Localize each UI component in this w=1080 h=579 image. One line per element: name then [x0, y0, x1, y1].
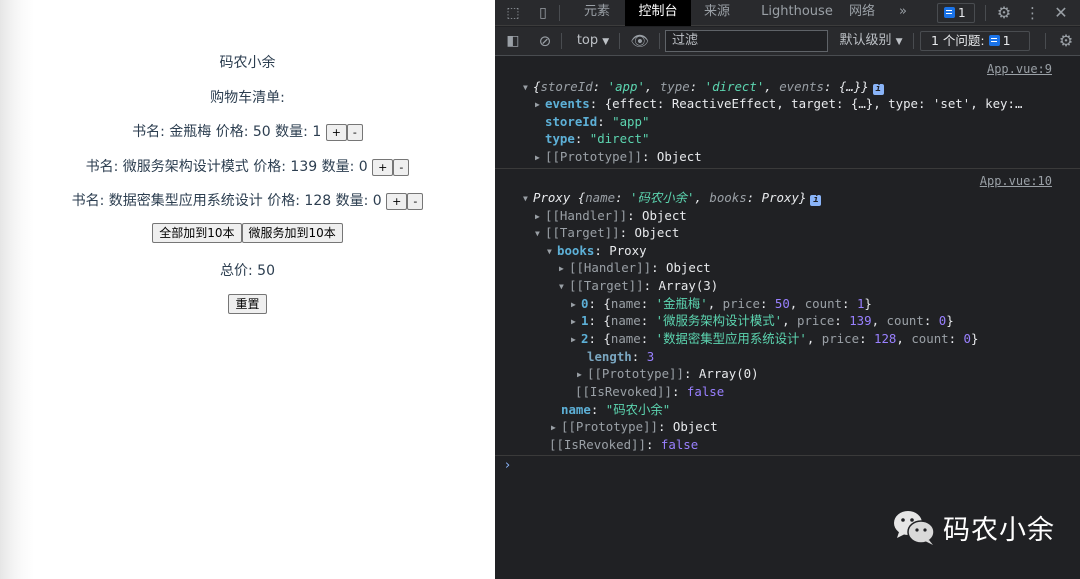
app-title: 码农小余 [219, 55, 276, 71]
more-tabs-button[interactable]: » [891, 0, 915, 26]
property-name: name: "码农小余" [561, 402, 671, 417]
tab-console[interactable]: 控制台 [625, 0, 691, 26]
book-count: 0 [372, 193, 382, 209]
collapsed-triangle-icon: ▶ [535, 153, 540, 162]
book-row: 书名: 微服务架构设计模式 价格: 139 数量: 0 + - [0, 156, 495, 176]
log-level-selector[interactable]: 默认级别 ▼ [835, 27, 907, 56]
increment-button[interactable]: + [386, 192, 408, 210]
settings-gear-icon[interactable]: ⚙ [993, 0, 1015, 26]
info-icon[interactable]: i [872, 84, 884, 95]
increment-button[interactable]: + [372, 158, 394, 176]
dropdown-arrow-icon: ▼ [895, 37, 903, 47]
book-row: 书名: 金瓶梅 价格: 50 数量: 1 + - [0, 121, 495, 141]
console-output: App.vue:9 ▼ {storeId: 'app', type: 'direc… [495, 56, 1080, 456]
array-item[interactable]: ▶ 2: {name: '数据密集型应用系统设计', price: 128, co… [571, 330, 978, 347]
book-name: 数据密集型应用系统设计 [108, 193, 263, 209]
property-books[interactable]: ▼ books: Proxy [547, 242, 647, 259]
console-prompt-icon[interactable]: › [505, 458, 510, 473]
book-count: 0 [358, 159, 368, 175]
watermark: 码农小余 [893, 508, 1055, 547]
total-value: 50 [257, 263, 275, 279]
collapsed-triangle-icon: ▶ [535, 100, 540, 109]
console-settings-gear-icon[interactable]: ⚙ [1055, 27, 1077, 55]
inspect-element-icon[interactable]: ⬚ [503, 0, 523, 26]
context-selector[interactable]: top ▼ [571, 27, 615, 56]
property-events[interactable]: ▶ events: {effect: ReactiveEffect, target… [535, 95, 1022, 112]
property-prototype[interactable]: ▶ [[Prototype]]: Object [535, 148, 702, 165]
expanded-triangle-icon: ▼ [523, 83, 528, 92]
devtools-panel: ⬚ ▯ 元素 控制台 来源 Lighthouse 网络 » 1 ⚙ ⋮ ✕ ◧ … [495, 0, 1080, 579]
live-expression-eye-icon[interactable]: 👁 [629, 27, 651, 55]
proxy-summary[interactable]: ▼ Proxy {name: '码农小余', books: Proxy} i [523, 189, 822, 206]
issues-button[interactable]: 1 个问题: 1 [920, 31, 1030, 51]
property-is-revoked: [[IsRevoked]]: false [549, 437, 699, 452]
array-item[interactable]: ▶ 1: {name: '微服务架构设计模式', price: 139, coun… [571, 312, 954, 329]
property-prototype[interactable]: ▶ [[Prototype]]: Object [551, 418, 718, 435]
book-price: 139 [290, 159, 318, 175]
tab-network[interactable]: 网络 [843, 0, 881, 26]
decrement-button[interactable]: - [393, 158, 410, 176]
book-name: 微服务架构设计模式 [122, 159, 249, 175]
web-page: 码农小余 购物车清单: 书名: 金瓶梅 价格: 50 数量: 1 + - 书名: … [0, 0, 495, 579]
messages-badge[interactable]: 1 [937, 3, 975, 23]
tab-elements[interactable]: 元素 [573, 0, 621, 26]
console-message: App.vue:9 ▼ {storeId: 'app', type: 'direc… [495, 56, 1080, 169]
decrement-button[interactable]: - [346, 123, 363, 141]
decrement-button[interactable]: - [407, 192, 424, 210]
console-toolbar: ◧ ⊘ top ▼ 👁 过滤 默认级别 ▼ 1 个问题: 1 ⚙ [495, 27, 1080, 56]
total-price: 总价: 50 [220, 263, 275, 279]
reset-button[interactable]: 重置 [228, 294, 267, 314]
book-count: 1 [312, 124, 322, 140]
book-name: 金瓶梅 [169, 124, 212, 140]
property-books-handler[interactable]: ▶ [[Handler]]: Object [559, 259, 711, 276]
book-price: 50 [252, 124, 271, 140]
add-all-to-10-button[interactable]: 全部加到10本 [152, 223, 242, 243]
property-storeId: storeId: "app" [545, 114, 650, 129]
more-options-icon[interactable]: ⋮ [1025, 0, 1040, 26]
object-summary[interactable]: ▼ {storeId: 'app', type: 'direct', events… [523, 78, 884, 95]
property-target[interactable]: ▼ [[Target]]: Object [535, 224, 679, 241]
property-type: type: "direct" [545, 131, 650, 146]
book-row: 书名: 数据密集型应用系统设计 价格: 128 数量: 0 + - [0, 190, 495, 210]
tab-sources[interactable]: 来源 [695, 0, 739, 26]
message-icon [944, 7, 955, 18]
property-length: length: 3 [587, 349, 655, 364]
property-array-prototype[interactable]: ▶ [[Prototype]]: Array(0) [577, 365, 759, 382]
source-link[interactable]: App.vue:9 [987, 62, 1052, 76]
property-is-revoked: [[IsRevoked]]: false [575, 384, 725, 399]
array-item[interactable]: ▶ 0: {name: '金瓶梅', price: 50, count: 1} [571, 295, 872, 312]
book-price: 128 [304, 193, 332, 209]
source-link[interactable]: App.vue:10 [980, 174, 1052, 188]
wechat-icon [894, 510, 935, 545]
clear-console-icon[interactable]: ⊘ [535, 27, 555, 55]
info-icon[interactable]: i [810, 195, 822, 206]
device-toolbar-icon[interactable]: ▯ [533, 0, 553, 26]
property-books-target[interactable]: ▼ [[Target]]: Array(3) [559, 277, 718, 294]
dropdown-arrow-icon: ▼ [602, 37, 610, 47]
property-handler[interactable]: ▶ [[Handler]]: Object [535, 207, 687, 224]
devtools-tabbar: ⬚ ▯ 元素 控制台 来源 Lighthouse 网络 » 1 ⚙ ⋮ ✕ [495, 0, 1080, 26]
increment-button[interactable]: + [325, 123, 347, 141]
bulk-actions: 全部加到10本 微服务加到10本 [0, 223, 495, 243]
add-microservices-to-10-button[interactable]: 微服务加到10本 [241, 223, 343, 243]
close-icon[interactable]: ✕ [1051, 0, 1071, 26]
expanded-triangle-icon: ▼ [523, 194, 528, 203]
tab-lighthouse[interactable]: Lighthouse [749, 0, 845, 26]
console-message: App.vue:10 ▼ Proxy {name: '码农小余', books: … [495, 169, 1080, 456]
sidebar-toggle-icon[interactable]: ◧ [503, 27, 523, 55]
message-icon [988, 35, 1000, 46]
filter-input[interactable]: 过滤 [665, 30, 828, 52]
cart-subtitle: 购物车清单: [210, 90, 285, 106]
